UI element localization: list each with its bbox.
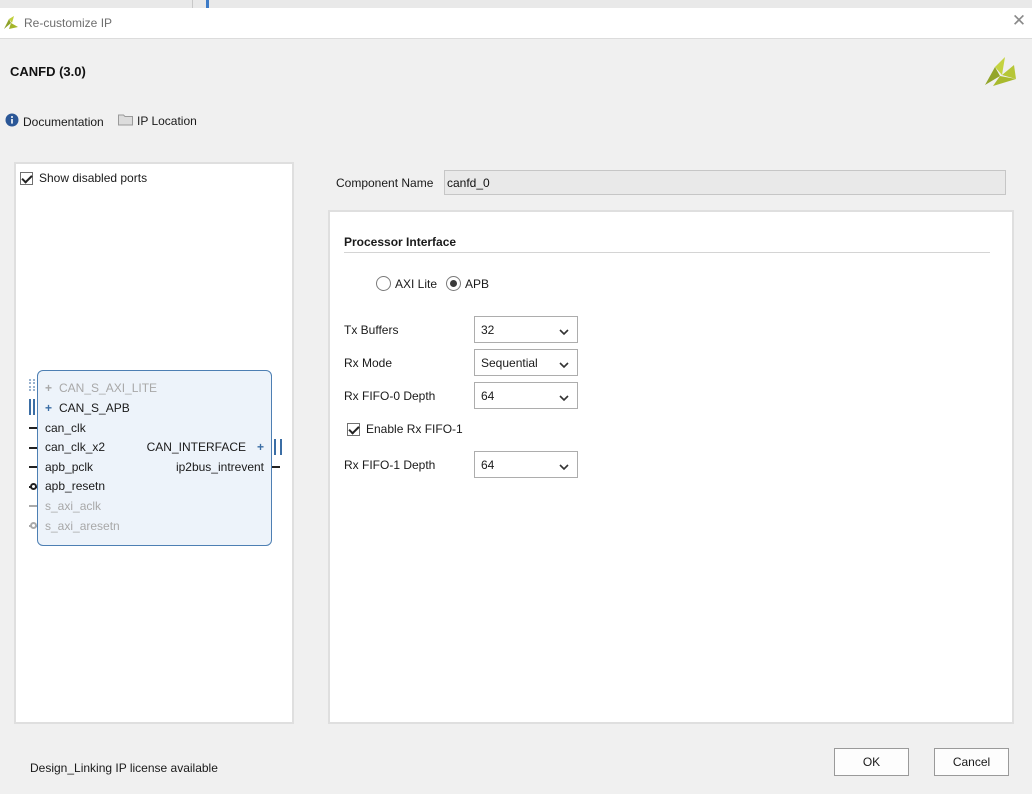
chevron-down-icon	[559, 358, 569, 372]
documentation-label: Documentation	[23, 114, 104, 129]
rx-fifo0-depth-value: 64	[481, 389, 495, 403]
rx-mode-value: Sequential	[481, 356, 538, 370]
port-can-s-apb: + CAN_S_APB	[45, 401, 130, 415]
background-divider	[192, 0, 193, 8]
component-name-label: Component Name	[336, 175, 434, 190]
radio-axi-lite[interactable]: AXI Lite	[376, 276, 437, 291]
pin-s-axi-aclk	[29, 505, 37, 507]
checkbox-box	[347, 422, 360, 436]
radio-apb-label: APB	[465, 276, 490, 291]
port-can-s-axi-lite: + CAN_S_AXI_LITE	[45, 381, 158, 395]
info-icon	[5, 113, 19, 130]
background-accent	[206, 0, 209, 8]
enable-rx-fifo1-label: Enable Rx FIFO-1	[366, 422, 463, 436]
close-icon[interactable]: ✕	[1011, 12, 1027, 29]
pin-s-axi-aresetn-bubble	[30, 522, 37, 529]
section-divider	[344, 252, 990, 253]
chevron-down-icon	[559, 391, 569, 405]
tx-buffers-label: Tx Buffers	[344, 322, 399, 337]
rx-fifo1-depth-label: Rx FIFO-1 Depth	[344, 457, 436, 472]
configuration-panel: Processor Interface AXI Lite APB Tx Buff…	[328, 210, 1014, 724]
port-apb-resetn: apb_resetn	[45, 479, 106, 493]
bus-handle-apb-icon	[29, 399, 35, 415]
tx-buffers-row: Tx Buffers 32	[344, 316, 578, 343]
port-s-axi-aclk: s_axi_aclk	[45, 499, 102, 513]
ip-location-label: IP Location	[137, 114, 197, 128]
rx-fifo1-depth-row: Rx FIFO-1 Depth 64	[344, 451, 578, 478]
pin-can-clk-x2	[29, 447, 37, 449]
rx-mode-label: Rx Mode	[344, 355, 393, 370]
pin-ip2bus-intrevent	[272, 466, 280, 468]
rx-fifo0-depth-dropdown[interactable]: 64	[474, 382, 578, 409]
folder-icon	[118, 113, 133, 129]
background-window-strip	[0, 0, 1032, 8]
expand-plus-icon[interactable]: +	[254, 440, 264, 454]
bus-handle-can-interface-icon	[274, 439, 282, 455]
ip-block-symbol[interactable]: + CAN_S_AXI_LITE + CAN_S_APB can_clk can_c…	[37, 370, 272, 546]
license-status: Design_Linking IP license available	[30, 761, 218, 775]
expand-plus-icon[interactable]: +	[45, 401, 55, 415]
pin-apb-pclk	[29, 466, 37, 468]
dialog-header: CANFD (3.0)	[0, 40, 1032, 102]
vivado-logo-icon	[983, 55, 1017, 92]
port-can-interface: CAN_INTERFACE +	[146, 440, 264, 454]
rx-mode-row: Rx Mode Sequential	[344, 349, 578, 376]
show-disabled-ports-label: Show disabled ports	[39, 171, 148, 185]
port-s-axi-aresetn: s_axi_aresetn	[45, 519, 120, 533]
section-title: Processor Interface	[344, 235, 457, 249]
rx-mode-dropdown[interactable]: Sequential	[474, 349, 578, 376]
tx-buffers-dropdown[interactable]: 32	[474, 316, 578, 343]
ip-title: CANFD (3.0)	[10, 64, 86, 79]
pin-apb-resetn-bubble	[30, 483, 37, 490]
vivado-app-icon	[3, 15, 19, 34]
component-name-row: Component Name canfd_0	[336, 170, 1006, 195]
window-title: Re-customize IP	[24, 16, 113, 30]
expand-plus-icon[interactable]: +	[45, 381, 55, 395]
ip-location-link[interactable]: IP Location	[118, 113, 197, 129]
enable-rx-fifo1-checkbox[interactable]: Enable Rx FIFO-1	[347, 422, 463, 436]
port-ip2bus-intrevent: ip2bus_intrevent	[175, 460, 264, 474]
radio-apb[interactable]: APB	[446, 276, 489, 291]
port-can-clk: can_clk	[45, 421, 86, 435]
component-name-field[interactable]: canfd_0	[444, 170, 1006, 195]
rx-fifo0-depth-row: Rx FIFO-0 Depth 64	[344, 382, 578, 409]
ok-button[interactable]: OK	[834, 748, 909, 776]
title-bar: Re-customize IP ✕	[0, 8, 1032, 39]
ip-symbol-panel: Show disabled ports + CAN_S_AXI_LITE + CAN…	[14, 162, 294, 724]
chevron-down-icon	[559, 460, 569, 474]
tx-buffers-value: 32	[481, 323, 495, 337]
documentation-link[interactable]: Documentation	[5, 113, 104, 130]
show-disabled-ports-checkbox[interactable]: Show disabled ports	[20, 171, 147, 185]
pin-can-clk	[29, 427, 37, 429]
cancel-button[interactable]: Cancel	[934, 748, 1009, 776]
bus-handle-axi-lite-icon	[29, 379, 35, 391]
checkbox-box	[20, 171, 33, 185]
chevron-down-icon	[559, 325, 569, 339]
rx-fifo0-depth-label: Rx FIFO-0 Depth	[344, 388, 436, 403]
radio-circle	[376, 276, 391, 291]
rx-fifo1-depth-dropdown[interactable]: 64	[474, 451, 578, 478]
rx-fifo1-depth-value: 64	[481, 458, 495, 472]
port-apb-pclk: apb_pclk	[45, 460, 94, 474]
port-can-clk-x2: can_clk_x2	[45, 440, 106, 454]
radio-circle	[446, 276, 462, 291]
interface-radio-group: AXI Lite APB	[376, 276, 498, 291]
radio-axi-lite-label: AXI Lite	[395, 276, 438, 291]
